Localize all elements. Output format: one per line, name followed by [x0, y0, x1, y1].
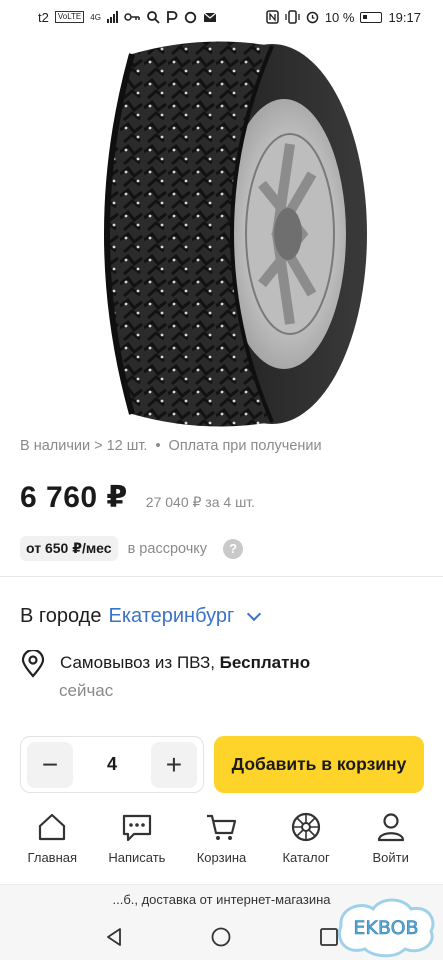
nav-item-chat[interactable]: Написать [97, 806, 177, 884]
unit-price: 6 760 ₽ [20, 481, 128, 514]
increase-button[interactable]: + [150, 741, 197, 788]
bottom-nav: Главная Написать Корзина Каталог Войти [0, 806, 443, 884]
alarm-icon [306, 11, 319, 24]
nfc-icon [266, 10, 279, 24]
catalog-icon [291, 812, 321, 842]
vibrate-icon [285, 10, 300, 24]
battery-icon [360, 11, 383, 23]
nav-item-login[interactable]: Войти [351, 806, 431, 884]
user-icon [377, 813, 404, 842]
nav-label-login: Войти [372, 850, 409, 865]
search-icon [147, 11, 160, 24]
o-app-icon [184, 11, 197, 23]
status-bar: t2 VoLTE 4G 10 % 19:17 [0, 0, 443, 34]
status-right: 10 % 19:17 [266, 10, 421, 25]
watermark-text: EKBOB [353, 917, 418, 939]
separator-dot: • [155, 438, 161, 454]
product-image[interactable] [0, 34, 443, 434]
availability-row: В наличии > 12 шт. • Оплата при получени… [20, 438, 322, 454]
mail-icon [203, 12, 217, 22]
pickup-time: сейчас [59, 681, 114, 700]
stock-status: В наличии > 12 шт. [20, 438, 148, 454]
installment-badge[interactable]: от 650 ₽/мес [20, 536, 118, 561]
key-icon [124, 13, 140, 21]
nav-label-catalog: Каталог [282, 850, 330, 865]
payment-method: Оплата при получении [168, 438, 322, 454]
nav-label-chat: Написать [108, 850, 166, 865]
pickup-price: Бесплатно [219, 653, 311, 672]
chat-icon [122, 814, 151, 842]
location-pin-icon [21, 650, 45, 678]
network-label: 4G [90, 12, 101, 22]
watermark-logo: EKBOB [333, 893, 439, 959]
battery-percent: 10 % [324, 9, 355, 25]
status-left: t2 VoLTE 4G [38, 10, 217, 25]
pickup-row: Самовывоз из ПВЗ, Бесплатно [20, 650, 310, 678]
nav-item-home[interactable]: Главная [12, 806, 92, 884]
city-selector[interactable]: В городе Екатеринбург [20, 605, 262, 628]
divider [0, 576, 443, 577]
add-to-cart-button[interactable]: Добавить в корзину [214, 736, 424, 793]
pickup-text: Самовывоз из ПВЗ, Бесплатно [60, 650, 310, 676]
volte-badge: VoLTE [54, 11, 85, 23]
pickup-method: Самовывоз из ПВЗ, [60, 653, 220, 672]
city-link[interactable]: Екатеринбург [108, 605, 234, 628]
back-icon[interactable] [103, 926, 125, 948]
carrier-label: t2 [38, 9, 49, 25]
ekbob-logo: EKBOB [338, 898, 435, 958]
home-circle-icon[interactable] [210, 926, 232, 948]
quantity-stepper: − 4 + [20, 736, 204, 793]
cart-icon [207, 814, 237, 840]
tire-image [103, 41, 367, 427]
signal-icon [106, 11, 118, 23]
total-price: 27 040 ₽ за 4 шт. [145, 494, 256, 510]
nav-label-cart: Корзина [196, 850, 247, 865]
home-icon [39, 813, 66, 841]
installment-row[interactable]: от 650 ₽/мес в рассрочку ? [20, 536, 244, 561]
price-row: 6 760 ₽ 27 040 ₽ за 4 шт. [20, 480, 255, 515]
nav-item-cart[interactable]: Корзина [181, 806, 261, 884]
nav-item-catalog[interactable]: Каталог [266, 806, 346, 884]
city-prefix: В городе [20, 605, 102, 627]
decrease-button[interactable]: − [27, 741, 73, 788]
installment-label: в рассрочку [127, 540, 208, 557]
p-app-icon [167, 11, 178, 23]
nav-label-home: Главная [27, 850, 78, 865]
clock: 19:17 [388, 9, 421, 25]
quantity-value[interactable]: 4 [107, 754, 117, 775]
help-icon[interactable]: ? [223, 538, 244, 559]
chevron-down-icon[interactable] [247, 606, 262, 621]
